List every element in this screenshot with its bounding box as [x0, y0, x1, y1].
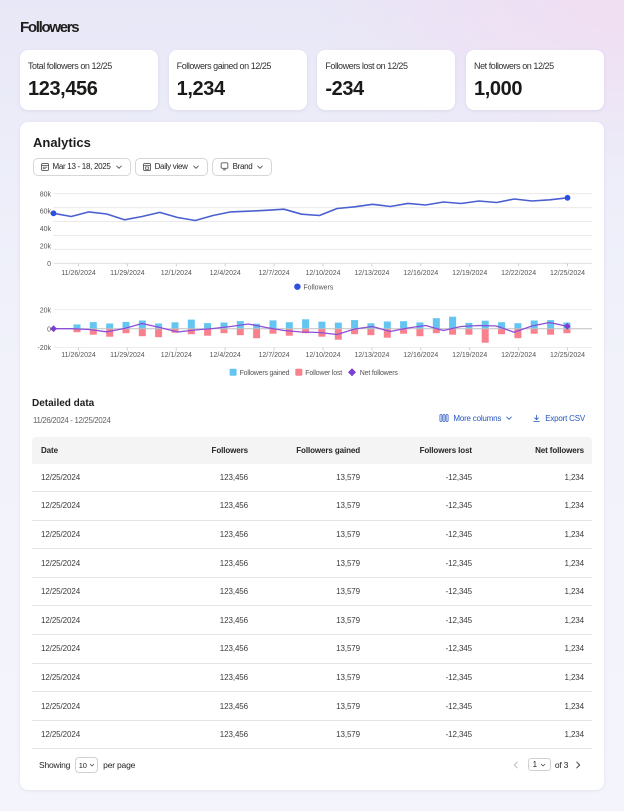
svg-text:60k: 60k: [40, 209, 52, 216]
svg-text:0: 0: [47, 261, 51, 268]
svg-text:12/16/2024: 12/16/2024: [403, 352, 438, 359]
svg-text:11/29/2024: 11/29/2024: [110, 270, 145, 277]
svg-text:12/10/2024: 12/10/2024: [305, 352, 340, 359]
svg-text:Followers gained: Followers gained: [240, 370, 290, 377]
svg-text:12/16/2024: 12/16/2024: [403, 270, 438, 277]
svg-text:12/22/2024: 12/22/2024: [501, 270, 536, 277]
svg-text:20k: 20k: [40, 244, 52, 251]
svg-text:-20k: -20k: [37, 345, 51, 352]
svg-text:12/1/2024: 12/1/2024: [161, 270, 192, 277]
svg-text:12/7/2024: 12/7/2024: [259, 270, 290, 277]
svg-text:Followers: Followers: [303, 284, 333, 291]
svg-text:11/29/2024: 11/29/2024: [110, 352, 145, 359]
svg-text:12/25/2024: 12/25/2024: [550, 270, 585, 277]
svg-text:Follower lost: Follower lost: [305, 370, 342, 377]
svg-text:12/4/2024: 12/4/2024: [210, 270, 241, 277]
svg-text:40k: 40k: [40, 226, 52, 233]
svg-text:0: 0: [47, 326, 51, 333]
svg-text:20k: 20k: [40, 307, 52, 314]
svg-text:11/26/2024: 11/26/2024: [61, 352, 96, 359]
svg-text:Net followers: Net followers: [360, 370, 399, 377]
svg-text:12/7/2024: 12/7/2024: [259, 352, 290, 359]
svg-text:12/1/2024: 12/1/2024: [161, 352, 192, 359]
svg-text:12/13/2024: 12/13/2024: [354, 352, 389, 359]
svg-text:80k: 80k: [40, 191, 52, 198]
svg-text:12/19/2024: 12/19/2024: [452, 270, 487, 277]
svg-text:12/22/2024: 12/22/2024: [501, 352, 536, 359]
svg-text:12/19/2024: 12/19/2024: [452, 352, 487, 359]
svg-text:12/10/2024: 12/10/2024: [305, 270, 340, 277]
svg-text:12/13/2024: 12/13/2024: [354, 270, 389, 277]
svg-text:12/25/2024: 12/25/2024: [550, 352, 585, 359]
svg-text:11/26/2024: 11/26/2024: [61, 270, 96, 277]
svg-text:12/4/2024: 12/4/2024: [210, 352, 241, 359]
